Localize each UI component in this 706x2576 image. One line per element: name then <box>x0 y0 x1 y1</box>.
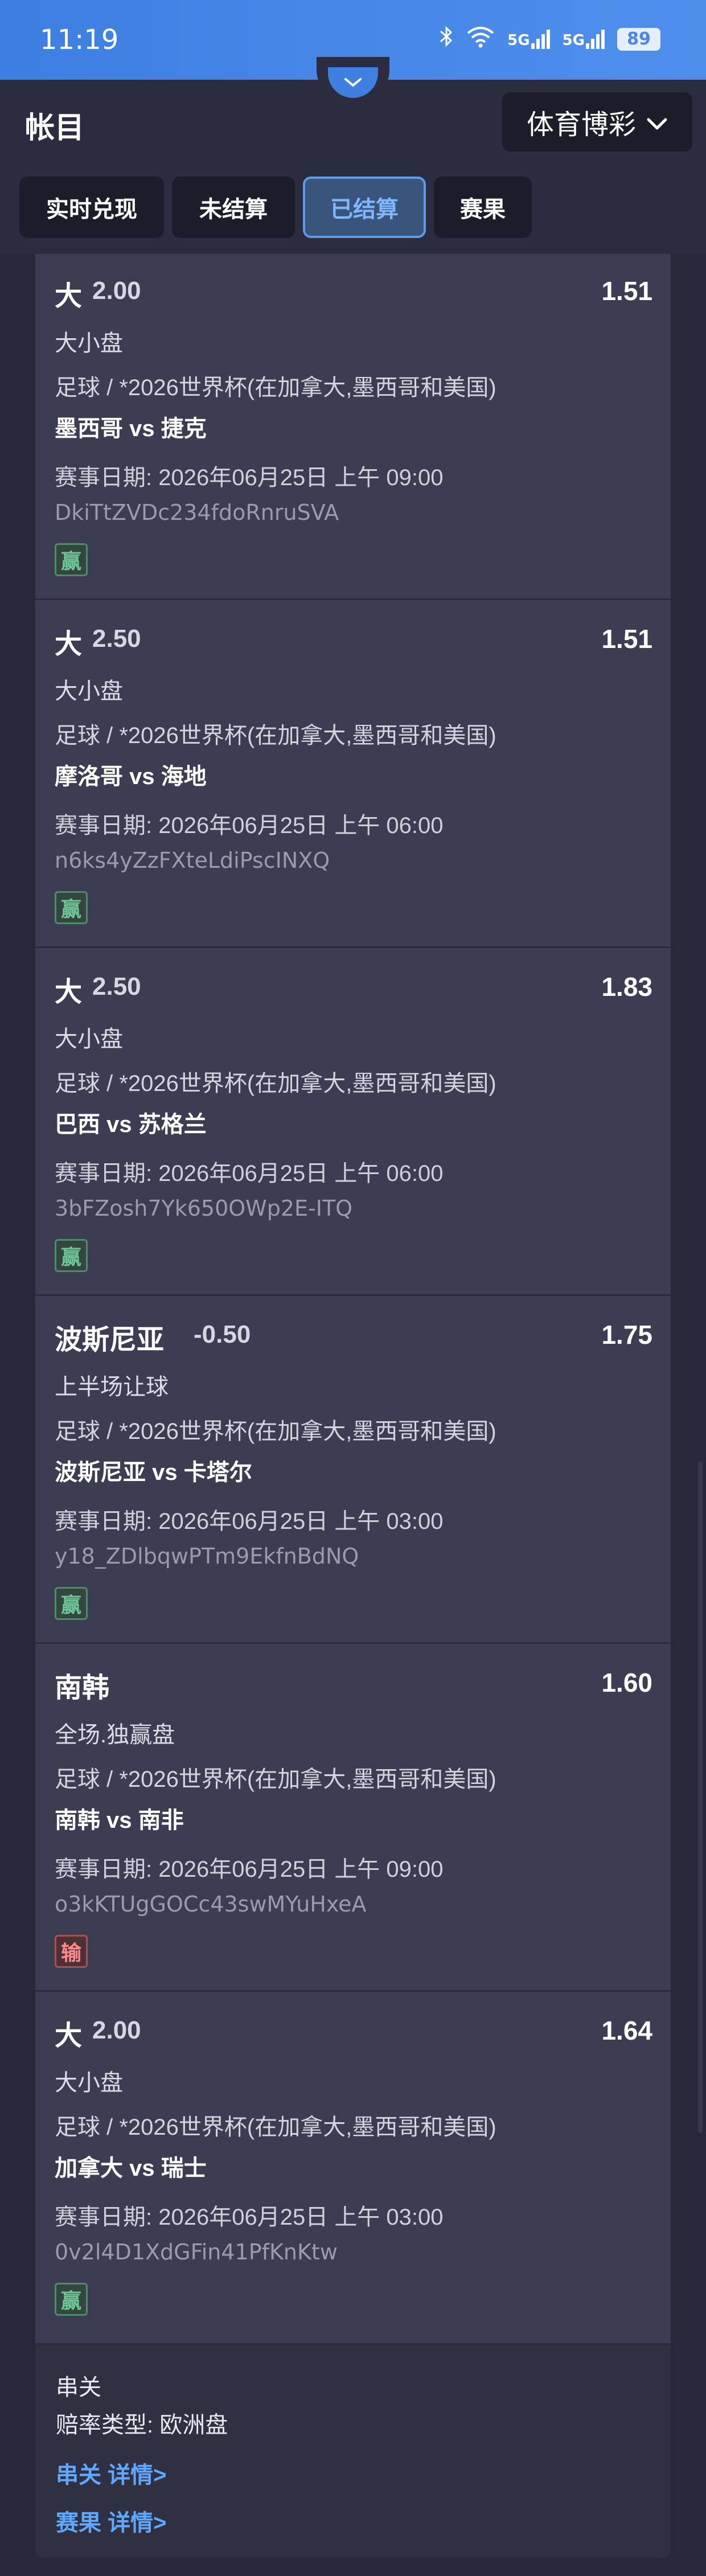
bet-code: o3kKTUgGOCc43swMYuHxeA <box>55 1892 367 1917</box>
bet-pick: 大 <box>55 977 83 1007</box>
bet-market: 大小盘 <box>55 331 123 356</box>
bet-line: 2.00 <box>92 2016 141 2044</box>
bet-code: n6ks4yZzFXteLdiPscINXQ <box>55 848 330 873</box>
bet-date: 赛事日期: 2026年06月25日 上午 03:00 <box>55 1509 444 1534</box>
bet-item[interactable]: 大 2.00 1.64 大小盘 足球 / *2026世界杯(在加拿大,墨西哥和美… <box>35 1993 671 2345</box>
bet-line: 2.50 <box>92 973 141 1000</box>
pull-down-handle[interactable] <box>317 57 389 106</box>
sport-select[interactable]: 体育博彩 <box>502 92 692 151</box>
bet-line: 2.00 <box>92 277 141 305</box>
bet-teams: 波斯尼亚 vs 卡塔尔 <box>55 1460 252 1485</box>
result-badge: 赢 <box>55 891 88 924</box>
battery-icon: 89 <box>617 28 660 51</box>
tab-settled[interactable]: 已结算 <box>303 177 426 238</box>
bet-teams: 摩洛哥 vs 海地 <box>55 764 207 789</box>
bet-list[interactable]: 大 2.00 1.51 大小盘 足球 / *2026世界杯(在加拿大,墨西哥和美… <box>0 254 706 2576</box>
bet-odds: 1.60 <box>601 1668 652 1697</box>
parlay-title: 串关 <box>56 2375 101 2400</box>
bet-code: DkiTtZVDc234fdoRnruSVA <box>55 500 339 525</box>
bet-date: 赛事日期: 2026年06月25日 上午 09:00 <box>55 465 444 490</box>
bet-league: 足球 / *2026世界杯(在加拿大,墨西哥和美国) <box>55 1419 496 1444</box>
page-title: 帐目 <box>25 112 85 145</box>
tab-cashout[interactable]: 实时兑现 <box>19 177 164 238</box>
sport-select-label: 体育博彩 <box>526 110 636 140</box>
bet-item[interactable]: 大 2.50 1.83 大小盘 足球 / *2026世界杯(在加拿大,墨西哥和美… <box>35 950 671 1296</box>
bet-market: 大小盘 <box>55 2070 123 2095</box>
header: 帐目 体育博彩 <box>0 57 706 169</box>
chevron-down-icon <box>646 106 668 138</box>
parlay-summary: 串关 赔率类型: 欧洲盘 串关 详情> 赛果 详情> <box>35 2345 671 2558</box>
bet-teams: 巴西 vs 苏格兰 <box>55 1112 207 1137</box>
network-label: 5G <box>562 32 585 49</box>
signal-icon: 5G <box>507 30 550 49</box>
result-badge: 赢 <box>55 2283 88 2316</box>
bet-item[interactable]: 大 2.50 1.51 大小盘 足球 / *2026世界杯(在加拿大,墨西哥和美… <box>35 602 671 948</box>
bet-market: 全场.独赢盘 <box>55 1722 175 1748</box>
bet-odds: 1.51 <box>601 624 652 654</box>
bet-league: 足球 / *2026世界杯(在加拿大,墨西哥和美国) <box>55 375 496 400</box>
bet-code: 3bFZosh7Yk650OWp2E-ITQ <box>55 1196 353 1221</box>
bet-league: 足球 / *2026世界杯(在加拿大,墨西哥和美国) <box>55 2115 496 2140</box>
scrollbar[interactable] <box>698 1461 703 2133</box>
chevron-down-icon <box>328 67 378 98</box>
bet-league: 足球 / *2026世界杯(在加拿大,墨西哥和美国) <box>55 1071 496 1096</box>
tab-results[interactable]: 赛果 <box>434 177 532 238</box>
bet-odds: 1.83 <box>601 972 652 1002</box>
bet-item[interactable]: 南韩 1.60 全场.独赢盘 足球 / *2026世界杯(在加拿大,墨西哥和美国… <box>35 1646 671 1992</box>
bet-date: 赛事日期: 2026年06月25日 上午 06:00 <box>55 813 444 838</box>
bet-league: 足球 / *2026世界杯(在加拿大,墨西哥和美国) <box>55 1767 496 1792</box>
odds-type: 赔率类型: 欧洲盘 <box>56 2413 228 2438</box>
bet-league: 足球 / *2026世界杯(在加拿大,墨西哥和美国) <box>55 723 496 748</box>
wifi-icon <box>466 25 495 54</box>
bet-market: 大小盘 <box>55 1027 123 1052</box>
status-icons: 5G 5G 89 <box>439 25 660 54</box>
result-badge: 赢 <box>55 543 88 576</box>
bet-item[interactable]: 波斯尼亚 -0.50 1.75 上半场让球 足球 / *2026世界杯(在加拿大… <box>35 1298 671 1644</box>
bluetooth-icon <box>439 25 454 54</box>
bet-odds: 1.51 <box>601 276 652 306</box>
status-time: 11:19 <box>40 24 119 56</box>
tab-unsettled[interactable]: 未结算 <box>172 177 295 238</box>
result-badge: 输 <box>55 1935 88 1968</box>
bet-pick: 大 <box>55 629 83 659</box>
result-badge: 赢 <box>55 1587 88 1620</box>
parlay-card: 大 2.00 1.51 大小盘 足球 / *2026世界杯(在加拿大,墨西哥和美… <box>35 254 671 2558</box>
bet-teams: 墨西哥 vs 捷克 <box>55 416 207 441</box>
result-badge: 赢 <box>55 1239 88 1272</box>
bet-date: 赛事日期: 2026年06月25日 上午 06:00 <box>55 1161 444 1186</box>
parlay-details-link[interactable]: 串关 详情> <box>56 2456 166 2489</box>
bet-odds: 1.75 <box>601 1320 652 1349</box>
bet-odds: 1.64 <box>601 2016 652 2045</box>
bet-teams: 加拿大 vs 瑞士 <box>55 2156 207 2181</box>
bet-line: 2.50 <box>92 625 141 653</box>
bet-date: 赛事日期: 2026年06月25日 上午 03:00 <box>55 2205 444 2230</box>
bet-item[interactable]: 大 2.00 1.51 大小盘 足球 / *2026世界杯(在加拿大,墨西哥和美… <box>35 254 671 600</box>
network-label: 5G <box>507 32 530 49</box>
tab-bar: 实时兑现 未结算 已结算 赛果 <box>0 169 706 254</box>
bet-line: -0.50 <box>194 1320 251 1348</box>
bet-market: 上半场让球 <box>55 1375 169 1400</box>
bet-code: y18_ZDlbqwPTm9EkfnBdNQ <box>55 1544 359 1569</box>
bet-market: 大小盘 <box>55 679 123 704</box>
bet-pick: 南韩 <box>55 1673 110 1703</box>
signal-icon: 5G <box>563 30 605 49</box>
bet-teams: 南韩 vs 南非 <box>55 1808 184 1833</box>
bet-pick: 大 <box>55 2021 83 2051</box>
results-details-link[interactable]: 赛果 详情> <box>56 2504 166 2537</box>
bet-pick: 大 <box>55 281 83 311</box>
bet-code: 0v2l4D1XdGFin41PfKnKtw <box>55 2239 338 2265</box>
bet-pick: 波斯尼亚 <box>55 1325 165 1355</box>
bet-date: 赛事日期: 2026年06月25日 上午 09:00 <box>55 1857 444 1882</box>
